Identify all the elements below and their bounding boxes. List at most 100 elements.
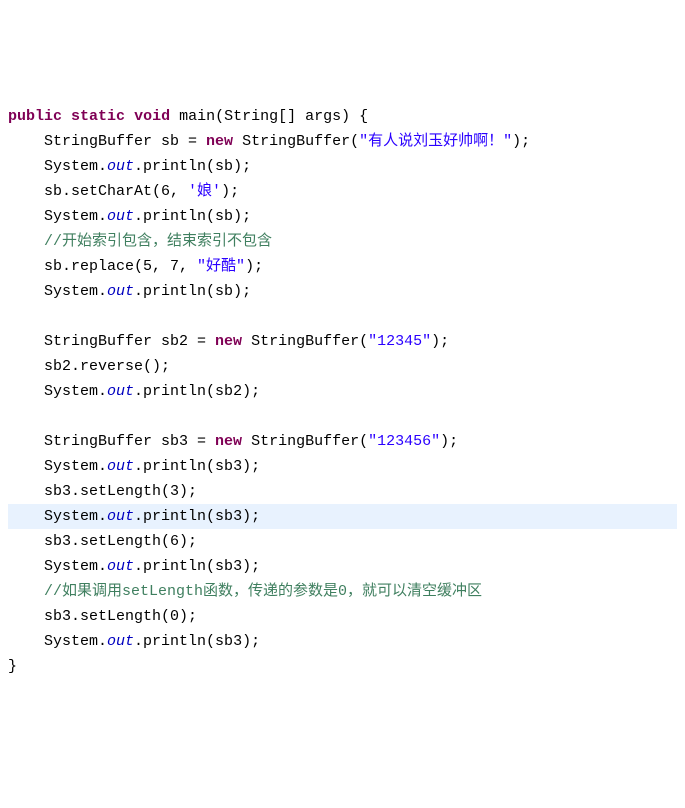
code-line: [8, 404, 677, 429]
indent: [8, 383, 44, 400]
code-token: //开始索引包含，结束索引不包含: [44, 233, 272, 250]
code-token: .println(sb);: [134, 158, 251, 175]
code-token: void: [134, 108, 170, 125]
code-line: StringBuffer sb3 = new StringBuffer("123…: [8, 429, 677, 454]
code-line: sb3.setLength(3);: [8, 479, 677, 504]
code-line: [8, 304, 677, 329]
code-token: sb3.setLength(0);: [44, 608, 197, 625]
code-token: static: [71, 108, 125, 125]
code-line: //开始索引包含，结束索引不包含: [8, 229, 677, 254]
indent: [8, 233, 44, 250]
code-token: System.: [44, 283, 107, 300]
indent: [8, 633, 44, 650]
code-token: System.: [44, 558, 107, 575]
code-token: "12345": [368, 333, 431, 350]
code-token: );: [431, 333, 449, 350]
code-token: .println(sb3);: [134, 558, 260, 575]
indent: [8, 208, 44, 225]
code-token: .println(sb2);: [134, 383, 260, 400]
code-line: System.out.println(sb3);: [8, 454, 677, 479]
code-token: System.: [44, 633, 107, 650]
code-token: new: [206, 133, 233, 150]
code-token: out: [107, 283, 134, 300]
code-token: out: [107, 208, 134, 225]
indent: [8, 258, 44, 275]
code-token: "123456": [368, 433, 440, 450]
indent: [8, 533, 44, 550]
indent: [8, 158, 44, 175]
indent: [8, 408, 44, 425]
code-token: .println(sb3);: [134, 633, 260, 650]
code-token: main(String[] args) {: [170, 108, 368, 125]
indent: [8, 433, 44, 450]
code-token: StringBuffer(: [242, 333, 368, 350]
code-token: out: [107, 508, 134, 525]
code-token: System.: [44, 208, 107, 225]
code-line: sb3.setLength(0);: [8, 604, 677, 629]
code-token: [125, 108, 134, 125]
code-token: System.: [44, 158, 107, 175]
code-token: }: [8, 658, 17, 675]
code-token: '娘': [188, 183, 221, 200]
code-token: [62, 108, 71, 125]
indent: [8, 358, 44, 375]
code-token: );: [512, 133, 530, 150]
indent: [8, 283, 44, 300]
code-token: StringBuffer sb2 =: [44, 333, 215, 350]
code-token: sb.replace(5, 7,: [44, 258, 197, 275]
code-token: new: [215, 333, 242, 350]
indent: [8, 608, 44, 625]
indent: [8, 558, 44, 575]
code-token: sb.setCharAt(6,: [44, 183, 188, 200]
code-token: "好酷": [197, 258, 245, 275]
code-token: out: [107, 633, 134, 650]
indent: [8, 583, 44, 600]
code-token: .println(sb3);: [134, 458, 260, 475]
code-token: .println(sb);: [134, 283, 251, 300]
code-token: StringBuffer sb3 =: [44, 433, 215, 450]
code-token: "有人说刘玉好帅啊！": [359, 133, 512, 150]
code-line: System.out.println(sb3);: [8, 629, 677, 654]
code-token: public: [8, 108, 62, 125]
code-token: System.: [44, 508, 107, 525]
code-line: System.out.println(sb);: [8, 204, 677, 229]
indent: [8, 508, 44, 525]
indent: [8, 133, 44, 150]
code-token: sb3.setLength(6);: [44, 533, 197, 550]
code-line: StringBuffer sb2 = new StringBuffer("123…: [8, 329, 677, 354]
code-token: out: [107, 383, 134, 400]
code-token: //如果调用setLength函数，传递的参数是0，就可以清空缓冲区: [44, 583, 482, 600]
code-line: System.out.println(sb2);: [8, 379, 677, 404]
code-block: public static void main(String[] args) {…: [0, 100, 685, 683]
code-token: out: [107, 158, 134, 175]
code-line: System.out.println(sb);: [8, 279, 677, 304]
code-line: sb.setCharAt(6, '娘');: [8, 179, 677, 204]
code-token: sb3.setLength(3);: [44, 483, 197, 500]
code-line: sb2.reverse();: [8, 354, 677, 379]
code-line: System.out.println(sb);: [8, 154, 677, 179]
indent: [8, 483, 44, 500]
code-line: sb3.setLength(6);: [8, 529, 677, 554]
code-line: }: [8, 654, 677, 679]
code-line: sb.replace(5, 7, "好酷");: [8, 254, 677, 279]
code-line: public static void main(String[] args) {: [8, 104, 677, 129]
code-token: sb2.reverse();: [44, 358, 170, 375]
indent: [8, 333, 44, 350]
indent: [8, 458, 44, 475]
code-token: );: [245, 258, 263, 275]
code-token: System.: [44, 458, 107, 475]
code-token: System.: [44, 383, 107, 400]
indent: [8, 308, 44, 325]
code-token: StringBuffer(: [242, 433, 368, 450]
indent: [8, 183, 44, 200]
code-token: .println(sb3);: [134, 508, 260, 525]
code-token: );: [440, 433, 458, 450]
code-token: out: [107, 558, 134, 575]
code-token: .println(sb);: [134, 208, 251, 225]
code-line: StringBuffer sb = new StringBuffer("有人说刘…: [8, 129, 677, 154]
code-line: //如果调用setLength函数，传递的参数是0，就可以清空缓冲区: [8, 579, 677, 604]
code-token: StringBuffer sb =: [44, 133, 206, 150]
code-line: System.out.println(sb3);: [8, 504, 677, 529]
code-token: StringBuffer(: [233, 133, 359, 150]
code-token: out: [107, 458, 134, 475]
